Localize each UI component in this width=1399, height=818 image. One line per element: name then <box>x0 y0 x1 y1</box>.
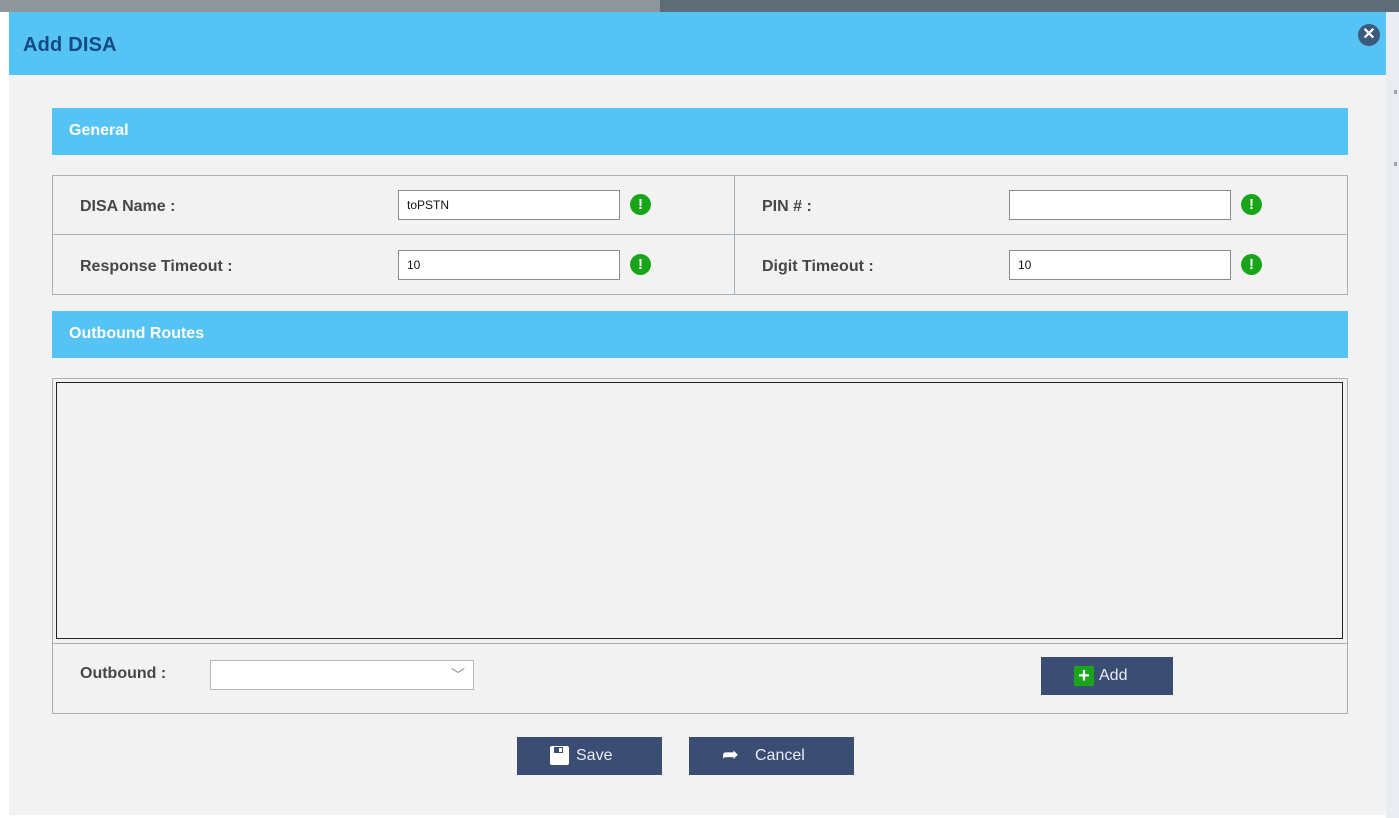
forward-arrow-icon: ➦ <box>722 744 739 766</box>
response-timeout-label: Response Timeout : <box>80 258 233 275</box>
add-button-label: Add <box>1099 667 1128 684</box>
outbound-routes-section-header: Outbound Routes <box>52 311 1348 358</box>
cancel-button[interactable]: ➦ Cancel <box>689 737 854 775</box>
plus-icon: + <box>1074 666 1094 686</box>
row-divider <box>53 234 1347 235</box>
dialog-title: Add DISA <box>23 34 117 56</box>
exclamation-icon: ! <box>630 194 651 215</box>
background-top-bar-dark <box>660 0 1399 12</box>
digit-timeout-label: Digit Timeout : <box>762 258 874 275</box>
add-disa-dialog: Add DISA ✕ General DISA Name : ! PIN # :… <box>9 12 1386 815</box>
add-route-button[interactable]: + Add <box>1041 657 1173 695</box>
cancel-button-label: Cancel <box>755 747 805 764</box>
disa-name-input[interactable] <box>398 190 620 220</box>
column-divider <box>734 176 735 294</box>
floppy-disk-icon <box>550 746 569 765</box>
list-divider <box>53 643 1347 644</box>
strip-tick <box>1394 162 1397 166</box>
outbound-label: Outbound : <box>80 665 167 682</box>
strip-tick <box>1394 90 1397 94</box>
response-timeout-input[interactable] <box>398 250 620 280</box>
outbound-routes-heading: Outbound Routes <box>69 325 205 342</box>
dialog-body: General DISA Name : ! PIN # : ! Response… <box>9 75 1386 815</box>
outbound-routes-panel: Outbound : ﹀ + Add <box>52 378 1348 714</box>
outbound-select[interactable]: ﹀ <box>210 660 474 690</box>
outbound-routes-list[interactable] <box>56 382 1343 639</box>
exclamation-icon: ! <box>1241 194 1262 215</box>
exclamation-icon: ! <box>1241 254 1262 275</box>
save-button-label: Save <box>576 747 613 764</box>
exclamation-icon: ! <box>630 254 651 275</box>
background-right-strip <box>1386 12 1399 818</box>
save-button[interactable]: Save <box>517 737 662 775</box>
disa-name-label: DISA Name : <box>80 198 176 215</box>
pin-label: PIN # : <box>762 198 812 215</box>
general-section-header: General <box>52 108 1348 155</box>
chevron-down-icon: ﹀ <box>451 667 465 683</box>
general-heading: General <box>69 122 129 139</box>
general-form: DISA Name : ! PIN # : ! Response Timeout… <box>52 175 1348 295</box>
close-icon[interactable]: ✕ <box>1358 24 1380 46</box>
digit-timeout-input[interactable] <box>1009 250 1231 280</box>
pin-input[interactable] <box>1009 190 1231 220</box>
